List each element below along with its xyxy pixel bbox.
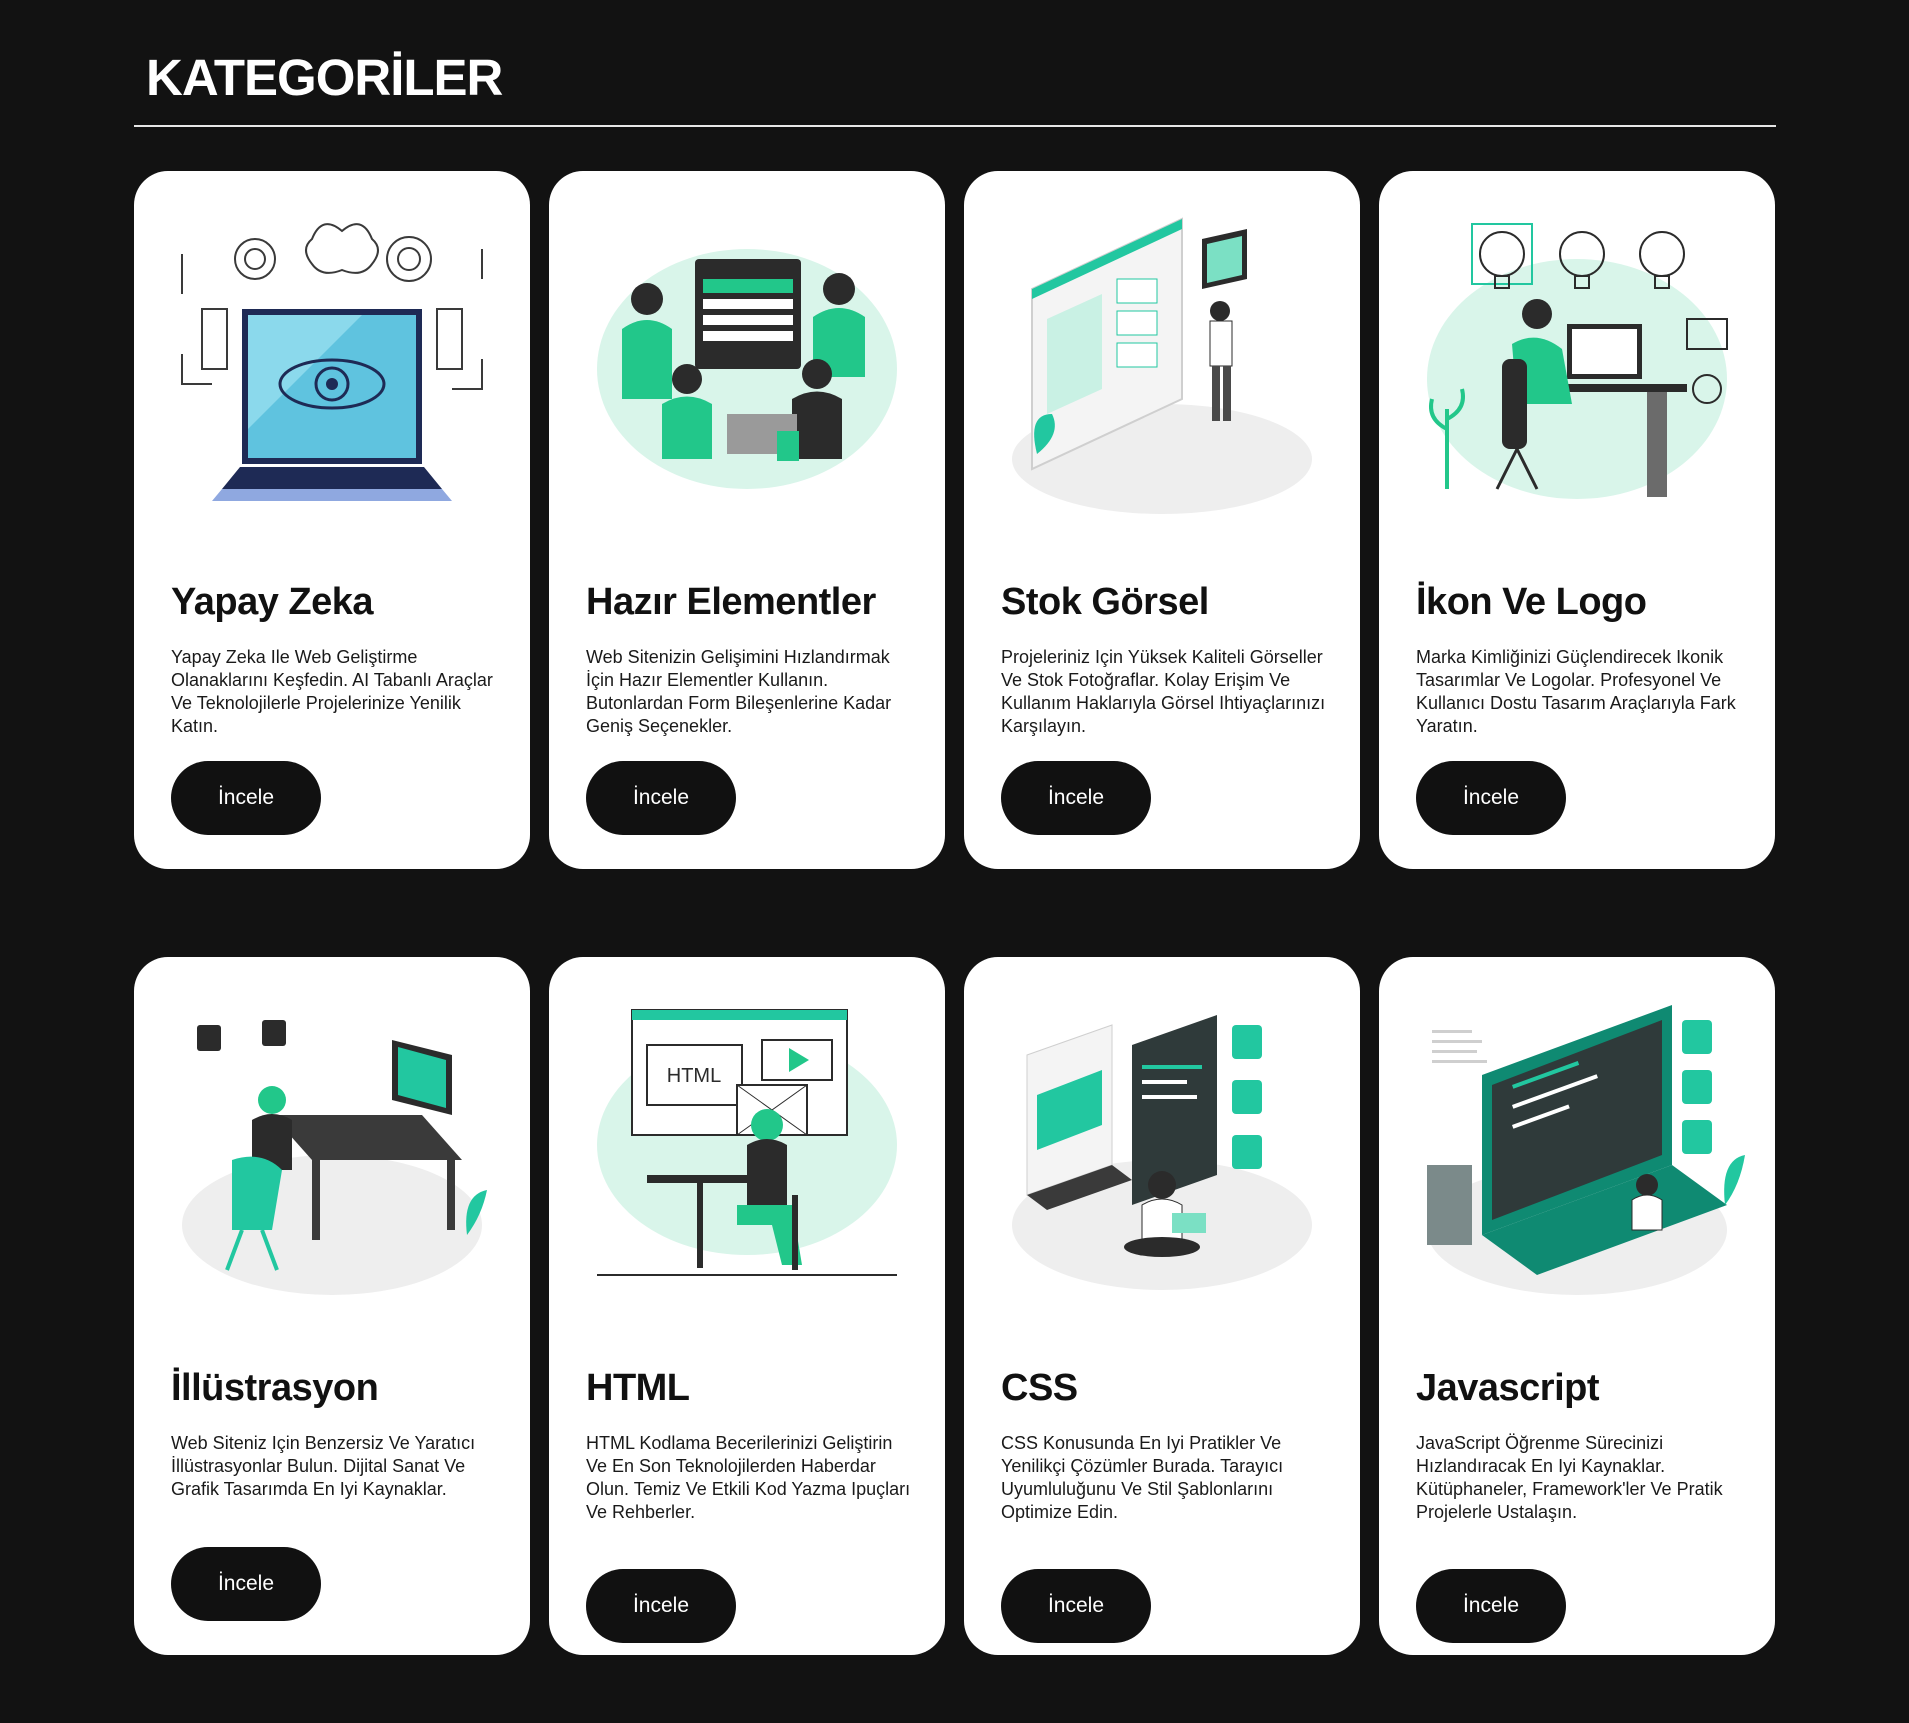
incele-button[interactable]: İncele [171, 761, 321, 835]
card-description: Marka Kimliğinizi Güçlendirecek Ikonik T… [1416, 647, 1736, 736]
image-upload-illustration [992, 199, 1332, 519]
card-title: Yapay Zeka [171, 581, 374, 623]
incele-button[interactable]: İncele [1001, 761, 1151, 835]
team-building-ui-illustration [577, 199, 917, 519]
category-grid: Yapay Zeka Yapay Zeka Ile Web Geliştirme… [134, 171, 1776, 1655]
css-developer-illustration [992, 985, 1332, 1305]
title-divider [134, 125, 1776, 127]
category-card-html: HTML HTML HTML Kodlama Becerilerinizi Ge… [549, 957, 945, 1655]
page-title: KATEGORİLER [146, 49, 503, 106]
card-description: Projeleriniz Için Yüksek Kaliteli Görsel… [1001, 647, 1326, 736]
incele-button[interactable]: İncele [586, 761, 736, 835]
ai-laptop-eye-illustration [162, 199, 502, 519]
incele-button[interactable]: İncele [171, 1547, 321, 1621]
category-card-stok-gorsel: Stok Görsel Projeleriniz Için Yüksek Kal… [964, 171, 1360, 869]
card-title: Javascript [1416, 1367, 1600, 1409]
incele-button[interactable]: İncele [586, 1569, 736, 1643]
card-description: JavaScript Öğrenme Sürecinizi Hızlandıra… [1416, 1433, 1723, 1522]
category-card-ikon-ve-logo: İkon Ve Logo Marka Kimliğinizi Güçlendir… [1379, 171, 1775, 869]
incele-button[interactable]: İncele [1416, 761, 1566, 835]
card-title: Hazır Elementler [586, 581, 876, 623]
incele-button[interactable]: İncele [1416, 1569, 1566, 1643]
category-card-yapay-zeka: Yapay Zeka Yapay Zeka Ile Web Geliştirme… [134, 171, 530, 869]
card-title: HTML [586, 1367, 690, 1409]
designer-lightbulb-illustration [1407, 199, 1747, 519]
card-title: İkon Ve Logo [1416, 581, 1647, 623]
card-description: Yapay Zeka Ile Web Geliştirme Olanakları… [171, 647, 493, 736]
category-card-javascript: Javascript JavaScript Öğrenme Sürecinizi… [1379, 957, 1775, 1655]
html-label: HTML [667, 1065, 721, 1087]
card-title: Stok Görsel [1001, 581, 1209, 623]
card-description: HTML Kodlama Becerilerinizi Geliştirin V… [586, 1433, 911, 1522]
card-title: İllüstrasyon [171, 1367, 379, 1409]
card-title: CSS [1001, 1367, 1078, 1409]
category-card-css: CSS CSS Konusunda En Iyi Pratikler Ve Ye… [964, 957, 1360, 1655]
card-description: Web Sitenizin Gelişimini Hızlandırmak İç… [586, 647, 892, 736]
card-description: CSS Konusunda En Iyi Pratikler Ve Yenili… [1001, 1433, 1284, 1522]
card-description: Web Siteniz Için Benzersiz Ve Yaratıcı İ… [171, 1433, 476, 1499]
illustrator-desk-illustration [162, 985, 502, 1305]
html-coder-illustration: HTML [577, 985, 917, 1305]
incele-button[interactable]: İncele [1001, 1569, 1151, 1643]
category-card-illustrasyon: İllüstrasyon Web Siteniz Için Benzersiz … [134, 957, 530, 1655]
category-card-hazir-elementler: Hazır Elementler Web Sitenizin Gelişimin… [549, 171, 945, 869]
javascript-laptop-illustration [1407, 985, 1747, 1305]
